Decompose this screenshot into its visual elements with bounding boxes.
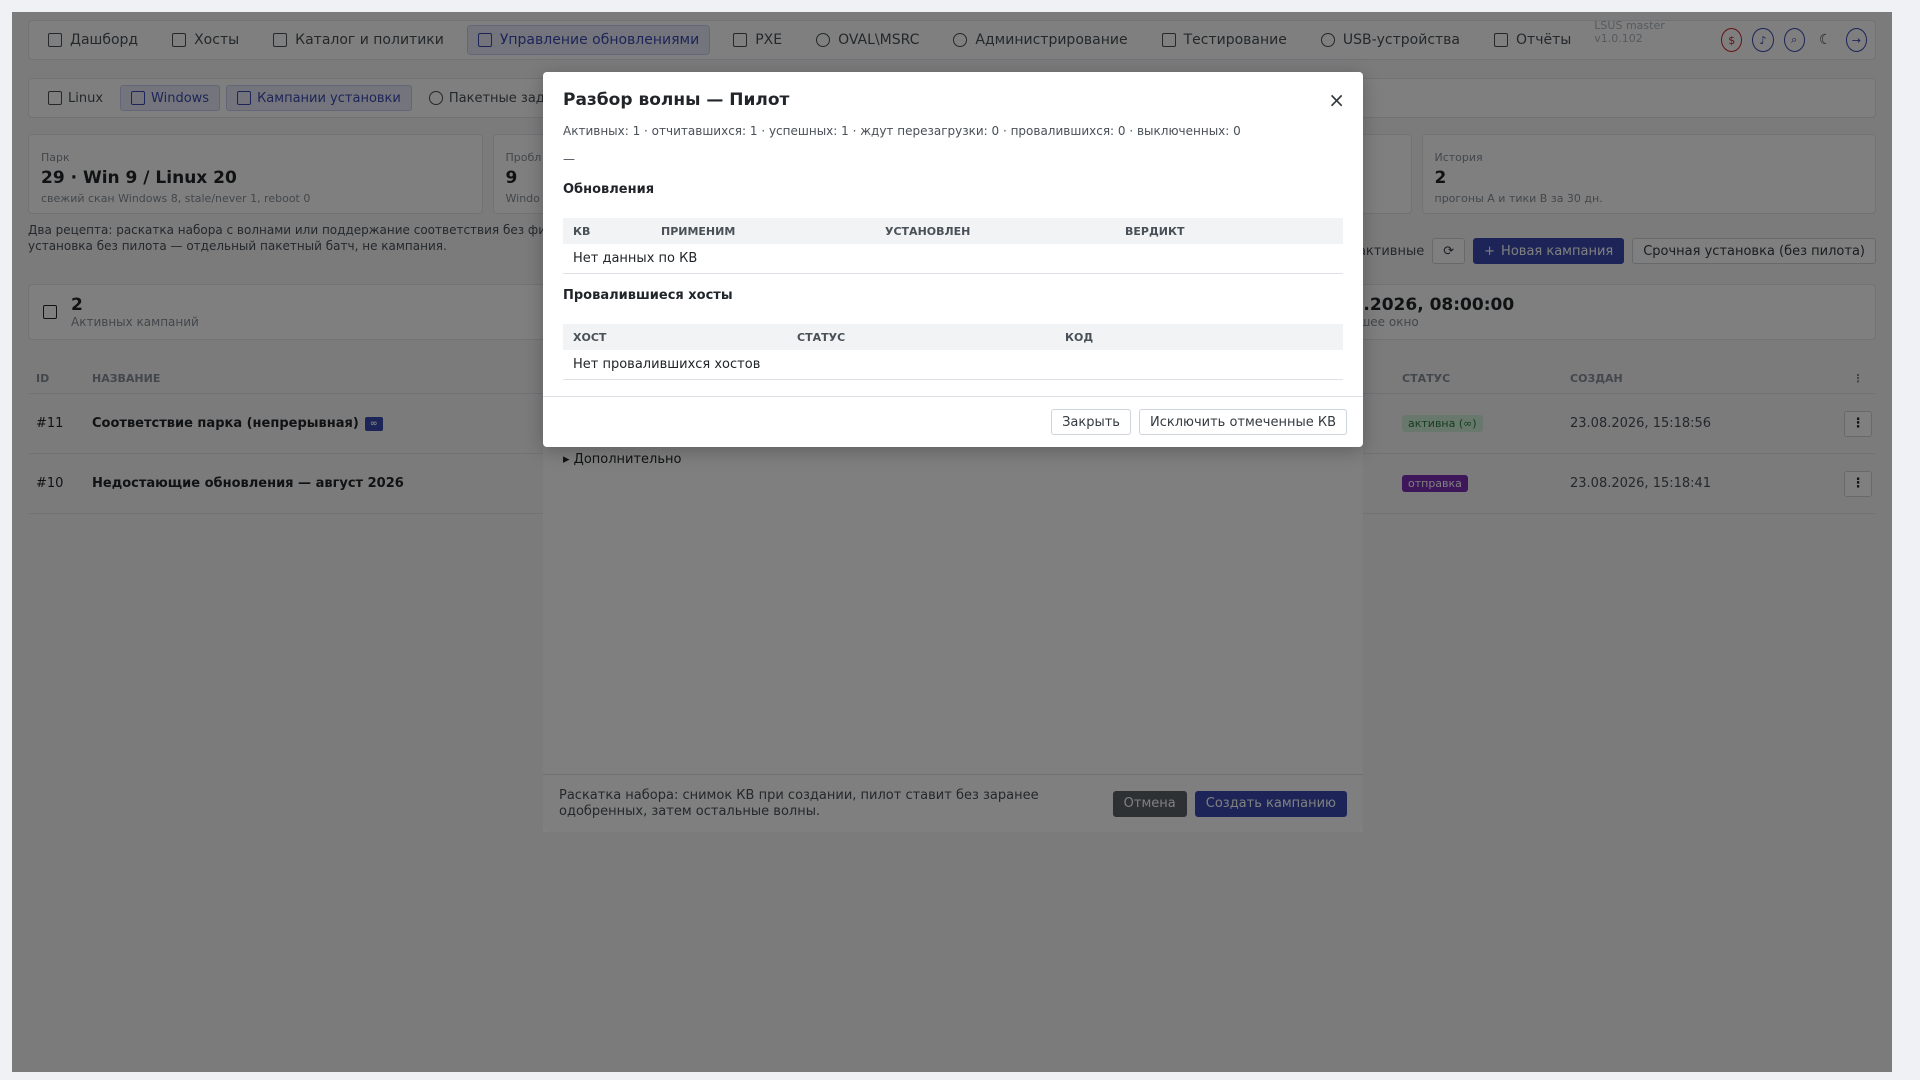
exclude-kb-button[interactable]: Исключить отмеченные КВ bbox=[1138, 409, 1347, 435]
updates-heading: Обновления bbox=[563, 182, 655, 197]
failed-hosts-heading: Провалившиеся хосты bbox=[563, 288, 733, 303]
wave-summary: Активных: 1 · отчитавшихся: 1 · успешных… bbox=[563, 124, 1241, 138]
failed-hosts-table-header: Хост Статус Код bbox=[563, 324, 1343, 350]
failed-hosts-empty-row: Нет провалившихся хостов bbox=[563, 350, 1343, 380]
wave-dash: — bbox=[563, 152, 575, 166]
close-icon[interactable]: × bbox=[1328, 88, 1345, 112]
failed-hosts-table: Хост Статус Код Нет провалившихся хостов bbox=[563, 324, 1343, 380]
modal-footer: Закрыть Исключить отмеченные КВ bbox=[543, 396, 1363, 447]
updates-table: КВ Применим Установлен Вердикт Нет данны… bbox=[563, 218, 1343, 274]
updates-empty-row: Нет данных по КВ bbox=[563, 244, 1343, 274]
modal-title: Разбор волны — Пилот bbox=[563, 90, 790, 110]
updates-table-header: КВ Применим Установлен Вердикт bbox=[563, 218, 1343, 244]
close-button[interactable]: Закрыть bbox=[1051, 409, 1131, 435]
wave-review-modal: Разбор волны — Пилот × Активных: 1 · отч… bbox=[543, 72, 1363, 447]
